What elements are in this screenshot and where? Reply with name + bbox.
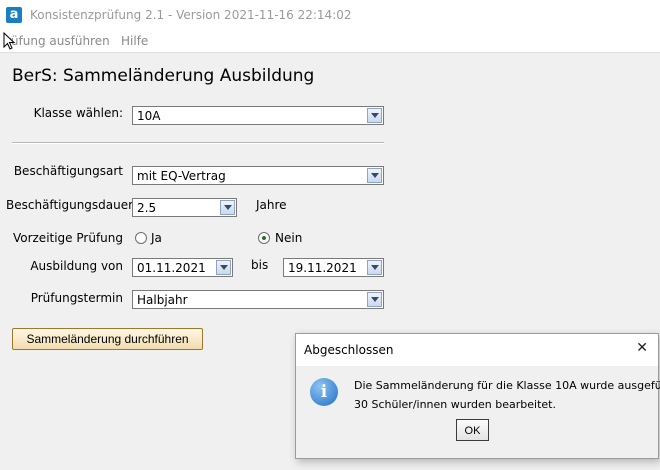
dialog-message-line1: Die Sammeländerung für die Klasse 10A wu…	[354, 379, 660, 392]
dialog-title: Abgeschlossen	[304, 343, 394, 357]
pruefungstermin-select[interactable]: Halbjahr	[132, 290, 384, 309]
beschaeftigungsart-value: mit EQ-Vertrag	[137, 169, 226, 183]
radio-ja-label: Ja	[151, 231, 162, 245]
klasse-label: Klasse wählen:	[33, 106, 123, 120]
separator	[12, 142, 384, 144]
beschaeftigungsart-select[interactable]: mit EQ-Vertrag	[132, 166, 384, 185]
beschaeftigungsdauer-select[interactable]: 2.5	[132, 198, 237, 217]
app-icon: a	[6, 7, 22, 23]
chevron-down-icon[interactable]	[367, 108, 382, 123]
page-title: BerS: Sammeländerung Ausbildung	[12, 66, 315, 86]
chevron-down-icon[interactable]	[220, 200, 235, 215]
chevron-down-icon[interactable]	[216, 260, 231, 275]
ausbildung-bis-date[interactable]: 19.11.2021	[283, 258, 384, 277]
dialog-body: i Die Sammeländerung für die Klasse 10A …	[296, 366, 660, 458]
ausbildung-von-value: 01.11.2021	[137, 261, 206, 275]
pruefungstermin-label: Prüfungstermin	[30, 291, 123, 305]
chevron-down-icon[interactable]	[367, 292, 382, 307]
chevron-down-icon[interactable]	[367, 168, 382, 183]
beschaeftigungsdauer-value: 2.5	[137, 201, 157, 215]
ausbildung-bis-value: 19.11.2021	[288, 261, 357, 275]
ausbildung-von-label: Ausbildung von	[30, 259, 123, 273]
pruefungstermin-value: Halbjahr	[137, 293, 188, 307]
ok-button[interactable]: OK	[456, 419, 489, 441]
radio-ja[interactable]	[135, 232, 147, 244]
beschaeftigungsart-label: Beschäftigungsart	[13, 164, 123, 178]
beschaeftigungsdauer-label: Beschäftigungsdauer	[6, 198, 134, 212]
ausbildung-von-date[interactable]: 01.11.2021	[132, 258, 233, 277]
bis-label: bis	[251, 258, 269, 272]
mouse-cursor-icon	[3, 32, 15, 50]
menu-pruefung-ausfuehren[interactable]: rüfung ausführen	[6, 34, 110, 48]
dauer-unit: Jahre	[256, 198, 287, 212]
window-title: Konsistenzprüfung 2.1 - Version 2021-11-…	[30, 8, 352, 22]
title-bar: a Konsistenzprüfung 2.1 - Version 2021-1…	[0, 0, 660, 30]
close-icon[interactable]: ✕	[636, 340, 648, 356]
chevron-down-icon[interactable]	[367, 260, 382, 275]
klasse-value: 10A	[137, 109, 161, 123]
menu-hilfe[interactable]: Hilfe	[121, 34, 148, 48]
radio-nein[interactable]	[258, 232, 270, 244]
sammelaenderung-button[interactable]: Sammeländerung durchführen	[12, 328, 203, 350]
klasse-select[interactable]: 10A	[132, 106, 384, 125]
vorzeitige-pruefung-label: Vorzeitige Prüfung	[12, 231, 123, 245]
message-dialog: Abgeschlossen ✕ i Die Sammeländerung für…	[295, 333, 660, 459]
menu-bar: rüfung ausführen Hilfe	[0, 30, 660, 53]
info-icon: i	[310, 378, 338, 406]
dialog-message-line2: 30 Schüler/innen wurden bearbeitet.	[354, 398, 556, 411]
radio-nein-label: Nein	[275, 231, 303, 245]
